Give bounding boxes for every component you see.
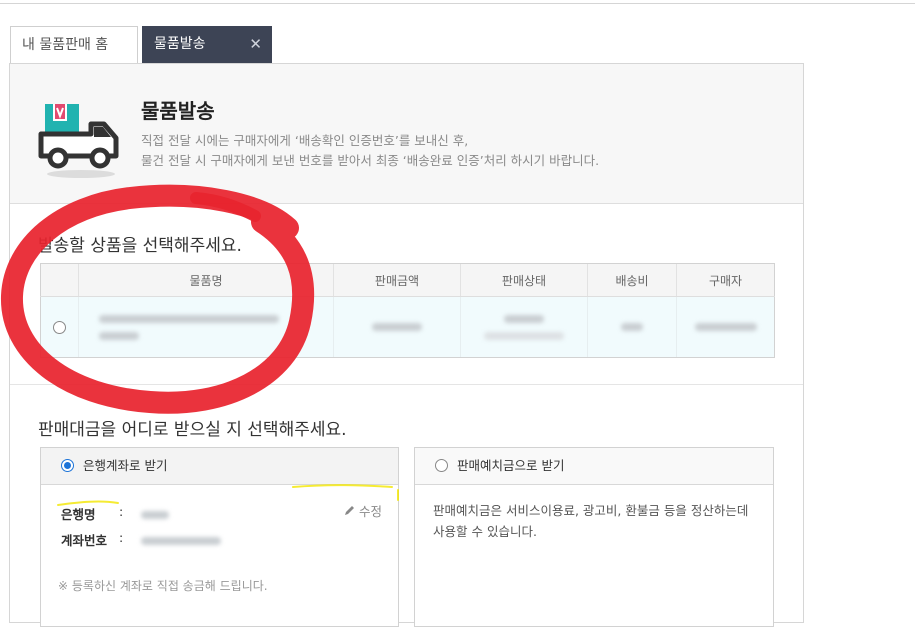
product-section-title: 발송할 상품을 선택해주세요. (38, 236, 242, 256)
edit-account-label: 수정 (358, 504, 382, 519)
account-number-colon: : (119, 530, 124, 545)
column-header-buyer: 구매자 (676, 263, 775, 297)
redacted-text (484, 331, 564, 340)
sale-price-cell (333, 296, 461, 358)
buyer-cell (676, 296, 775, 358)
redacted-text (141, 511, 169, 519)
sale-status-cell (460, 296, 588, 358)
table-row[interactable] (40, 296, 775, 358)
page-title: 물품발송 (141, 99, 215, 123)
redacted-text (621, 323, 643, 331)
column-header-item-name: 물품명 (78, 263, 334, 297)
column-header-shipping-fee: 배송비 (587, 263, 677, 297)
top-divider (0, 3, 915, 4)
redacted-text (141, 537, 221, 545)
pencil-icon (345, 506, 354, 515)
page-description-line: 물건 전달 시 구매자에게 보낸 번호를 받아서 최종 ‘배송완료 인증’처리 … (141, 153, 600, 168)
table-header-row: 물품명 판매금액 판매상태 배송비 구매자 (40, 263, 775, 297)
tab-seller-home[interactable]: 내 물품판매 홈 (10, 26, 138, 63)
deposit-radio[interactable] (435, 459, 448, 472)
product-table: 물품명 판매금액 판매상태 배송비 구매자 (40, 263, 775, 358)
account-number-label: 계좌번호 (61, 533, 108, 548)
shipping-panel: 물품발송 직접 전달 시에는 구매자에게 ‘배송확인 인증번호’를 보내신 후,… (9, 63, 804, 627)
tab-seller-home-label: 내 물품판매 홈 (22, 37, 109, 53)
redacted-text (99, 314, 279, 323)
deposit-option-label: 판매예치금으로 받기 (456, 458, 565, 473)
deposit-description: 판매예치금은 서비스이용료, 광고비, 환불금 등을 정산하는데 사용할 수 있… (433, 503, 749, 539)
delivery-truck-icon (38, 104, 119, 178)
page-description-line: 직접 전달 시에는 구매자에게 ‘배송확인 인증번호’를 보내신 후, (141, 133, 469, 148)
tab-item-shipping-label: 물품발송 (154, 36, 206, 52)
deposit-option-header[interactable]: 판매예치금으로 받기 (415, 448, 773, 485)
column-header-select (40, 263, 79, 297)
section-divider (10, 384, 803, 385)
tab-item-shipping[interactable]: 물품발송 ✕ (142, 26, 272, 63)
column-header-sale-price: 판매금액 (333, 263, 461, 297)
payout-section-title: 판매대금을 어디로 받으실 지 선택해주세요. (38, 420, 347, 440)
redacted-text (99, 331, 139, 340)
page-header: 물품발송 직접 전달 시에는 구매자에게 ‘배송확인 인증번호’를 보내신 후,… (10, 64, 803, 204)
redacted-text (504, 314, 544, 323)
edit-account-link[interactable]: 수정 (344, 501, 382, 520)
bank-name-colon: : (119, 504, 124, 519)
redacted-text (372, 323, 422, 331)
close-icon[interactable]: ✕ (249, 26, 262, 62)
product-radio[interactable] (53, 321, 66, 334)
shipping-fee-cell (587, 296, 677, 358)
redacted-text (694, 323, 757, 331)
column-header-sale-status: 판매상태 (460, 263, 588, 297)
row-select-cell (40, 296, 79, 358)
item-name-cell (78, 296, 334, 358)
bank-account-option: 은행계좌로 받기 은행명 : 계좌번호 : 수정 ※ 등록하신 계좌로 직접 송… (40, 447, 399, 627)
deposit-option: 판매예치금으로 받기 판매예치금은 서비스이용료, 광고비, 환불금 등을 정산… (414, 447, 774, 627)
bank-account-option-header[interactable]: 은행계좌로 받기 (41, 448, 398, 485)
page-description: 직접 전달 시에는 구매자에게 ‘배송확인 인증번호’를 보내신 후, 물건 전… (141, 131, 599, 171)
bank-account-radio[interactable] (61, 459, 74, 472)
bank-account-option-label: 은행계좌로 받기 (82, 458, 168, 473)
bank-transfer-note: ※ 등록하신 계좌로 직접 송금해 드립니다. (58, 579, 268, 593)
bank-name-label: 은행명 (61, 507, 96, 522)
